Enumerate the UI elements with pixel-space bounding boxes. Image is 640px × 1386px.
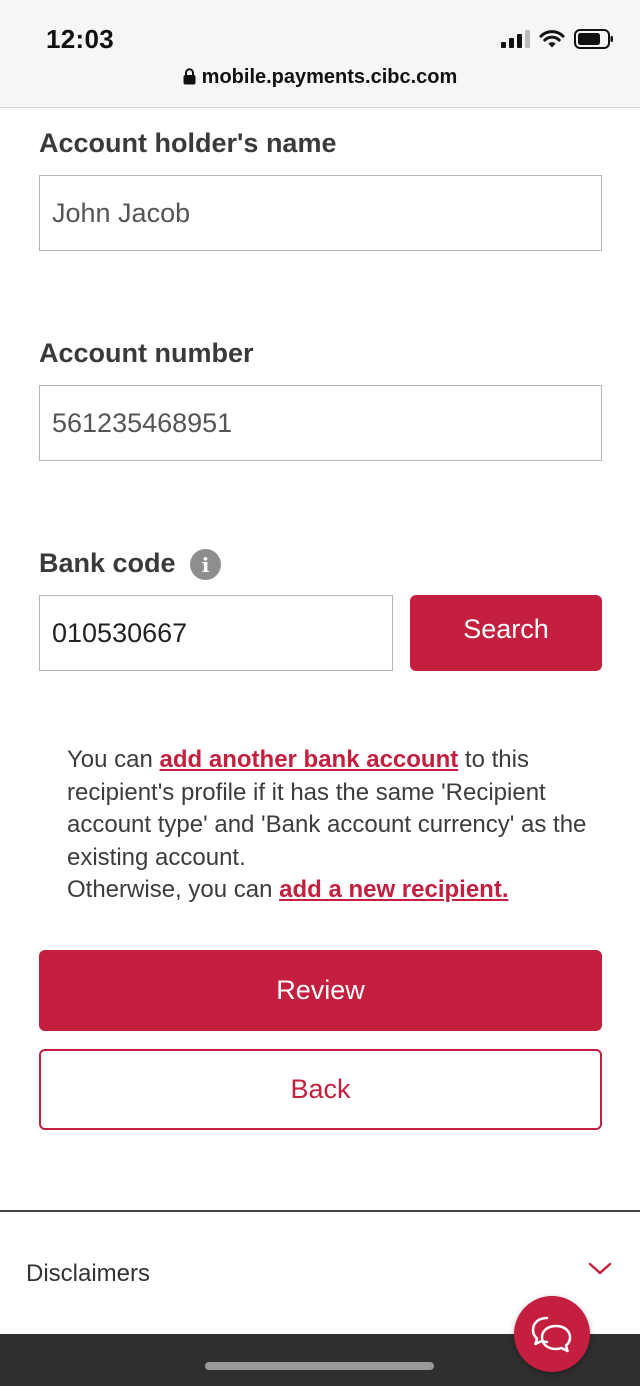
holder-name-field[interactable]: John Jacob: [39, 175, 602, 251]
info-icon[interactable]: i: [190, 549, 221, 580]
holder-name-value: John Jacob: [52, 197, 191, 228]
info-text-otherwise: Otherwise, you can: [67, 876, 280, 903]
browser-top-bar: 12:03 mobile.payments.cibc.com: [0, 0, 640, 108]
disclaimers-toggle[interactable]: Disclaimers: [26, 1260, 150, 1288]
battery-icon: [574, 29, 613, 49]
account-number-value: 561235468951: [52, 407, 233, 438]
bank-code-label: Bank code: [39, 548, 176, 578]
account-number-field[interactable]: 561235468951: [39, 385, 602, 461]
add-new-recipient-link[interactable]: add a new recipient.: [279, 876, 508, 903]
status-icons: [501, 28, 614, 50]
account-number-label: Account number: [39, 338, 254, 368]
chat-button[interactable]: [514, 1296, 590, 1372]
chat-bubbles-icon: [531, 1316, 572, 1353]
search-button-label: Search: [463, 613, 549, 644]
chevron-down-icon[interactable]: [588, 1262, 612, 1276]
info-text-before: You can: [67, 746, 160, 773]
search-button[interactable]: Search: [410, 595, 602, 671]
url-bar[interactable]: mobile.payments.cibc.com: [0, 66, 640, 89]
review-button-label: Review: [276, 975, 365, 1005]
cellular-signal-icon: [501, 30, 530, 48]
status-time: 12:03: [46, 24, 114, 54]
lock-icon: [183, 68, 196, 85]
wifi-icon: [539, 30, 565, 48]
add-bank-account-link[interactable]: add another bank account: [160, 746, 459, 773]
screen: 12:03 mobile.payments.cibc.com Account h…: [0, 0, 640, 1386]
back-button-label: Back: [290, 1074, 351, 1104]
home-indicator[interactable]: [205, 1362, 434, 1370]
review-button[interactable]: Review: [39, 950, 602, 1031]
bank-code-field[interactable]: 010530667: [39, 595, 393, 671]
url-text: mobile.payments.cibc.com: [201, 66, 458, 88]
holder-name-label: Account holder's name: [39, 128, 337, 158]
info-message: You can add another bank account to this…: [67, 744, 597, 907]
footer-divider: [0, 1210, 640, 1212]
bank-code-value: 010530667: [52, 617, 188, 648]
back-button[interactable]: Back: [39, 1049, 602, 1130]
